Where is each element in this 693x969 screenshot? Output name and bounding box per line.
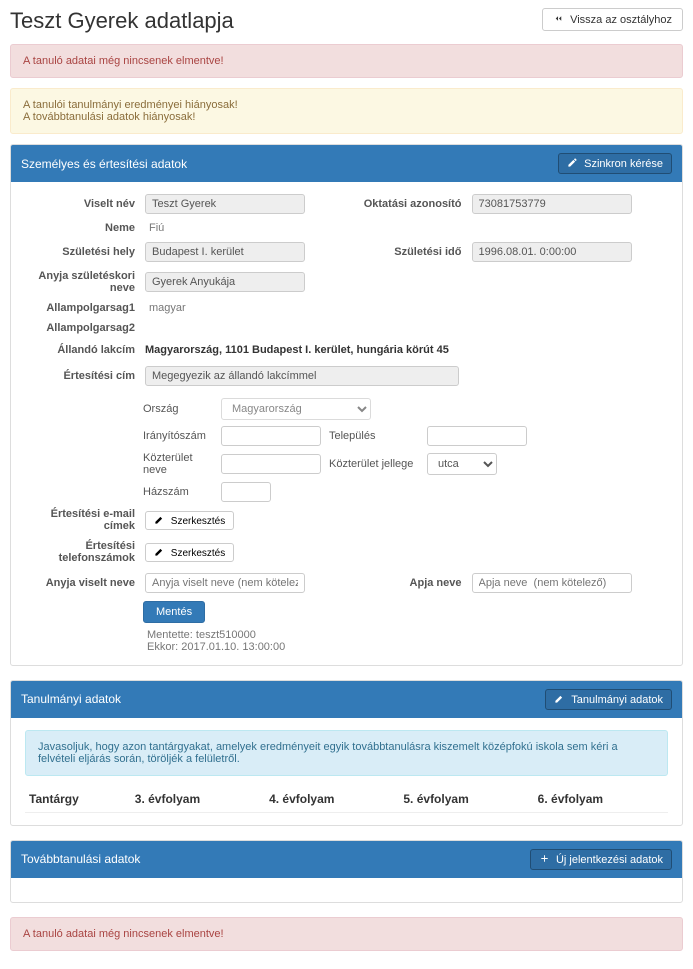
label-neme: Neme bbox=[25, 222, 135, 234]
study-panel-heading: Tanulmányi adatok Tanulmányi adatok bbox=[11, 681, 682, 718]
edit-icon bbox=[554, 693, 565, 704]
saved-at: Ekkor: 2017.01.10. 13:00:00 bbox=[143, 641, 668, 653]
footer-not-saved-alert: A tanuló adatai még nincsenek elmentve! bbox=[10, 917, 683, 951]
back-button-label: Vissza az osztályhoz bbox=[570, 14, 672, 26]
kozterulet-jellege-select[interactable]: utca bbox=[427, 453, 497, 475]
label-orszag: Ország bbox=[143, 403, 213, 415]
label-anyja: Anyja születéskori neve bbox=[25, 270, 135, 294]
allampolg1-value: magyar bbox=[145, 302, 342, 314]
label-tel: Értesítési telefonszámok bbox=[25, 540, 135, 564]
warning-line-2: A továbbtanulási adatok hiányosak! bbox=[23, 111, 670, 123]
szul-ido-input[interactable] bbox=[472, 242, 632, 262]
neme-value: Fiú bbox=[145, 222, 342, 234]
label-szul-hely: Születési hely bbox=[25, 246, 135, 258]
new-application-button[interactable]: Új jelentkezési adatok bbox=[530, 849, 672, 870]
further-panel-heading: Továbbtanulási adatok Új jelentkezési ad… bbox=[11, 841, 682, 878]
warning-line-1: A tanulói tanulmányi eredményei hiányosa… bbox=[23, 99, 670, 111]
study-data-button-label: Tanulmányi adatok bbox=[571, 694, 663, 706]
study-data-button[interactable]: Tanulmányi adatok bbox=[545, 689, 672, 710]
label-apja-neve: Apja neve bbox=[352, 577, 462, 589]
label-anyja-viselt: Anyja viselt neve bbox=[25, 577, 135, 589]
szul-hely-input[interactable] bbox=[145, 242, 305, 262]
anyja-input[interactable] bbox=[145, 272, 305, 292]
back-icon bbox=[553, 13, 564, 24]
viselt-nev-input[interactable] bbox=[145, 194, 305, 214]
address-block: Ország Magyarország Irányítószám Települ… bbox=[143, 394, 668, 502]
col-g3: 3. évfolyam bbox=[131, 786, 265, 813]
not-saved-alert: A tanuló adatai még nincsenek elmentve! bbox=[10, 44, 683, 78]
personal-panel: Személyes és értesítési adatok Szinkron … bbox=[10, 144, 683, 666]
edit-phones-label: Szerkesztés bbox=[171, 548, 225, 559]
missing-data-warning: A tanulói tanulmányi eredményei hiányosa… bbox=[10, 88, 683, 134]
oktatasi-azonosito-input[interactable] bbox=[472, 194, 632, 214]
anyja-viselt-input[interactable] bbox=[145, 573, 305, 593]
sync-button-label: Szinkron kérése bbox=[584, 158, 663, 170]
label-kozterulet-neve: Közterület neve bbox=[143, 452, 213, 476]
study-panel-title: Tanulmányi adatok bbox=[21, 692, 121, 706]
col-g5: 5. évfolyam bbox=[399, 786, 533, 813]
label-allampolg1: Allampolgarsag1 bbox=[25, 302, 135, 314]
study-panel: Tanulmányi adatok Tanulmányi adatok Java… bbox=[10, 680, 683, 826]
new-application-label: Új jelentkezési adatok bbox=[556, 854, 663, 866]
label-kozterulet-jellege: Közterület jellege bbox=[329, 458, 419, 470]
iranyitoszam-input[interactable] bbox=[221, 426, 321, 446]
ertesitesi-cim-input[interactable] bbox=[145, 366, 459, 386]
study-table: Tantárgy 3. évfolyam 4. évfolyam 5. évfo… bbox=[25, 786, 668, 813]
col-g6: 6. évfolyam bbox=[534, 786, 668, 813]
label-email: Értesítési e-mail címek bbox=[25, 508, 135, 532]
label-szul-ido: Születési idő bbox=[352, 246, 462, 258]
further-panel: Továbbtanulási adatok Új jelentkezési ad… bbox=[10, 840, 683, 903]
sync-button[interactable]: Szinkron kérése bbox=[558, 153, 672, 174]
pencil-icon bbox=[154, 514, 165, 525]
hazszam-input[interactable] bbox=[221, 482, 271, 502]
label-allando-lakcim: Állandó lakcím bbox=[25, 344, 135, 356]
label-hazszam: Házszám bbox=[143, 486, 213, 498]
label-allampolg2: Allampolgarsag2 bbox=[25, 322, 135, 334]
label-viselt-nev: Viselt név bbox=[25, 198, 135, 210]
apja-neve-input[interactable] bbox=[472, 573, 632, 593]
label-ertesitesi-cim: Értesítési cím bbox=[25, 370, 135, 382]
personal-panel-title: Személyes és értesítési adatok bbox=[21, 157, 187, 171]
edit-phones-button[interactable]: Szerkesztés bbox=[145, 543, 234, 562]
back-to-class-button[interactable]: Vissza az osztályhoz bbox=[542, 8, 683, 31]
label-telepules: Település bbox=[329, 430, 419, 442]
kozterulet-neve-input[interactable] bbox=[221, 454, 321, 474]
edit-emails-label: Szerkesztés bbox=[171, 516, 225, 527]
allando-lakcim-value: Magyarország, 1101 Budapest I. kerület, … bbox=[145, 342, 668, 358]
page-title: Teszt Gyerek adatlapja bbox=[10, 8, 234, 34]
plus-icon bbox=[539, 853, 550, 864]
col-g4: 4. évfolyam bbox=[265, 786, 399, 813]
pencil-icon bbox=[154, 546, 165, 557]
col-subject: Tantárgy bbox=[25, 786, 131, 813]
edit-emails-button[interactable]: Szerkesztés bbox=[145, 511, 234, 530]
study-info-alert: Javasoljuk, hogy azon tantárgyakat, amel… bbox=[25, 730, 668, 776]
edit-icon bbox=[567, 157, 578, 168]
saved-by: Mentette: teszt510000 bbox=[143, 629, 668, 641]
personal-panel-heading: Személyes és értesítési adatok Szinkron … bbox=[11, 145, 682, 182]
further-panel-title: Továbbtanulási adatok bbox=[21, 852, 140, 866]
label-iranyitoszam: Irányítószám bbox=[143, 430, 213, 442]
orszag-select[interactable]: Magyarország bbox=[221, 398, 371, 420]
label-oktatasi-azonosito: Oktatási azonosító bbox=[352, 198, 462, 210]
save-button[interactable]: Mentés bbox=[143, 601, 205, 623]
telepules-input[interactable] bbox=[427, 426, 527, 446]
